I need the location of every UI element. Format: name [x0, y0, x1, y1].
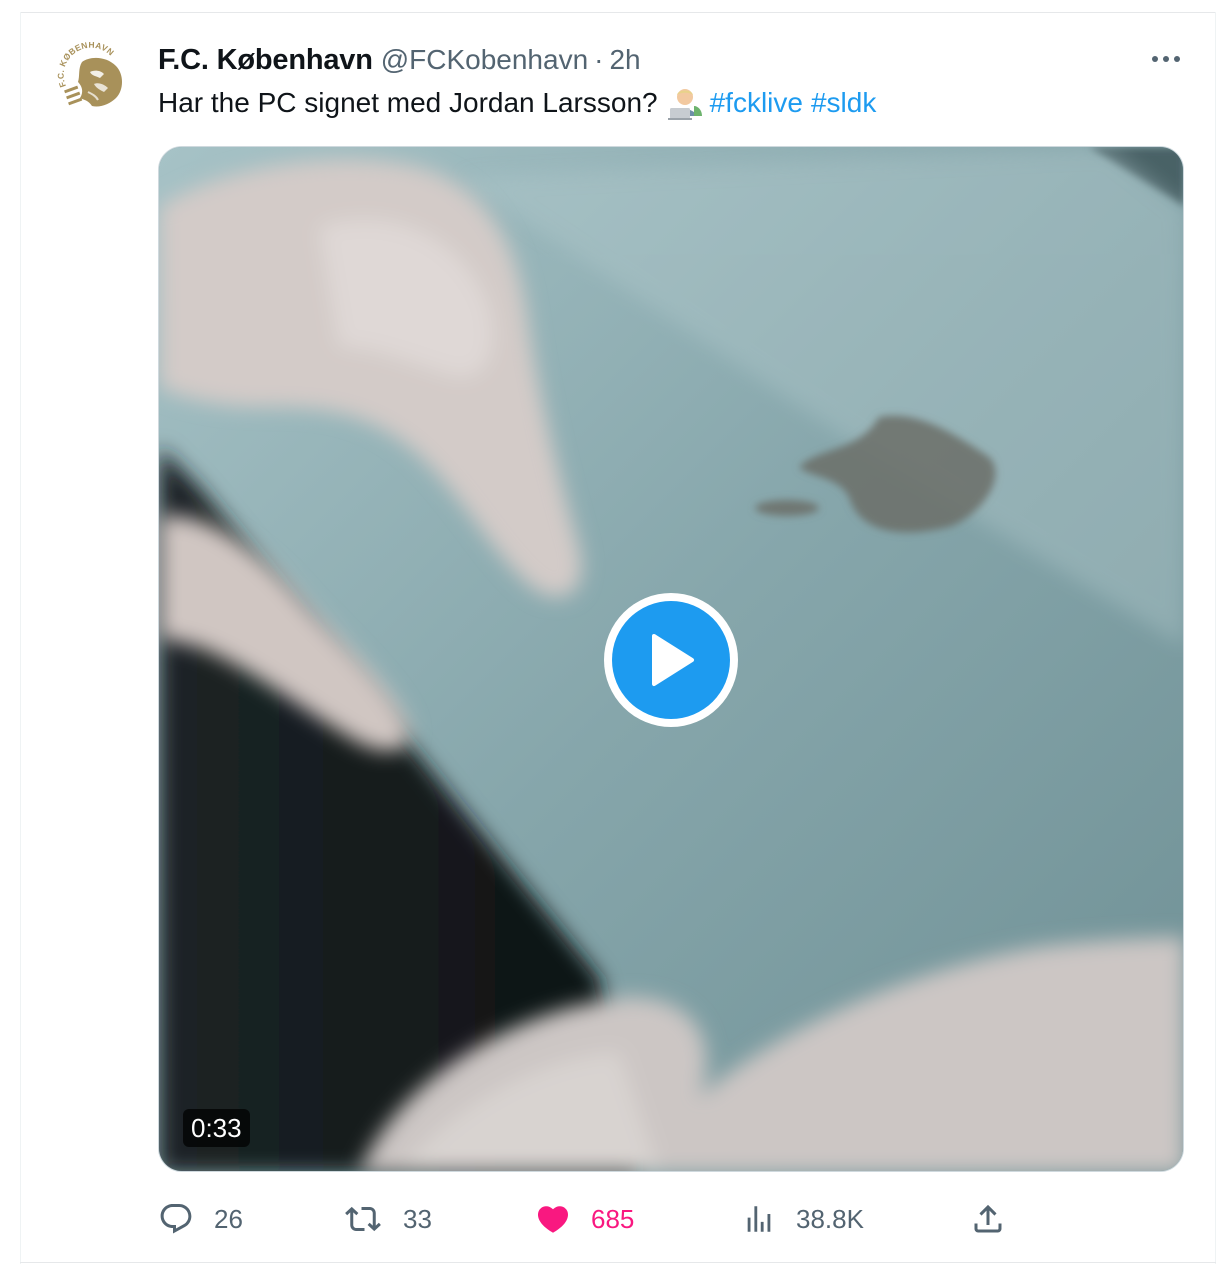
share-button[interactable] [970, 1197, 1006, 1241]
right-border [1215, 12, 1216, 1264]
avatar[interactable]: F.C. KØBENHAVN [54, 40, 130, 118]
top-divider [20, 12, 1216, 13]
author-name[interactable]: F.C. København [158, 44, 373, 77]
bottom-divider [20, 1262, 1216, 1263]
more-button[interactable] [1148, 45, 1184, 73]
views-button[interactable]: 38.8K [742, 1197, 864, 1241]
left-border [20, 12, 21, 1264]
reply-button[interactable]: 26 [158, 1197, 243, 1241]
reply-count: 26 [214, 1203, 243, 1234]
separator-dot: · [594, 44, 604, 75]
like-button[interactable]: 685 [535, 1197, 634, 1241]
like-count: 685 [591, 1203, 635, 1234]
author-handle[interactable]: @FCKobenhavn [381, 44, 588, 76]
reply-icon [160, 1204, 192, 1234]
views-icon [747, 1206, 771, 1232]
tweet-text: Har the PC signet med Jordan Larsson? #f… [158, 84, 876, 122]
views-count: 38.8K [796, 1203, 864, 1234]
share-icon [974, 1204, 1002, 1233]
video-duration: 0:33 [183, 1109, 250, 1147]
retweet-button[interactable]: 33 [343, 1197, 432, 1241]
retweet-count: 33 [403, 1203, 432, 1234]
technologist-emoji-icon [667, 86, 704, 120]
fck-logo-icon: F.C. KØBENHAVN [56, 40, 122, 107]
tweet-time[interactable]: 2h [609, 44, 640, 76]
retweet-icon [345, 1206, 381, 1232]
hashtag-fcklive[interactable]: #fcklive [710, 84, 803, 122]
play-icon [652, 634, 694, 686]
tweet-body: Har the PC signet med Jordan Larsson? [158, 87, 658, 118]
action-bar: 26 33 685 38.8K [0, 1197, 1232, 1241]
hashtag-sldk[interactable]: #sldk [811, 84, 876, 122]
tweet-header: F.C. København @FCKobenhavn · 2h [158, 40, 641, 80]
play-button[interactable] [604, 593, 738, 727]
more-icon [1152, 56, 1180, 62]
video-player[interactable] [158, 146, 1184, 1172]
heart-icon [537, 1206, 569, 1233]
